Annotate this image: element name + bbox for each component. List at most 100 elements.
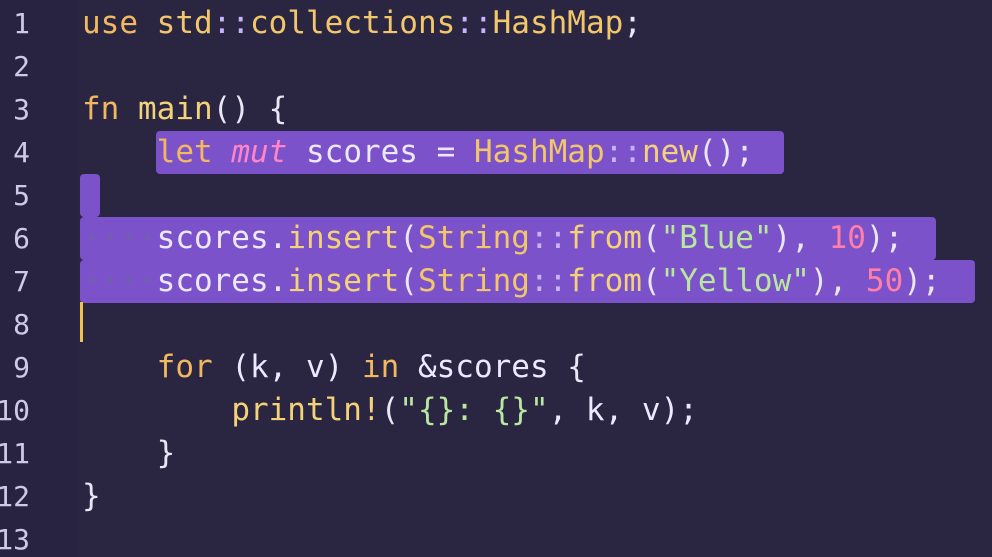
code-token: scores bbox=[287, 134, 437, 170]
code-token: mut bbox=[231, 134, 288, 170]
code-text: for (k, v) in &scores { bbox=[82, 346, 586, 389]
code-token: { bbox=[548, 349, 586, 385]
code-token: HashMap bbox=[473, 134, 605, 170]
code-text: } bbox=[82, 475, 101, 518]
code-token: scores bbox=[156, 263, 269, 299]
line-number: 1 bbox=[13, 7, 30, 40]
code-token: scores bbox=[156, 220, 269, 256]
code-line[interactable]: 6 ····scores.insert(String::from("Blue"),… bbox=[0, 217, 992, 260]
code-line[interactable]: 3 fn main() { bbox=[0, 88, 992, 131]
code-token: 10 bbox=[828, 220, 866, 256]
code-token: "Yellow" bbox=[660, 263, 810, 299]
line-number: 5 bbox=[13, 179, 30, 212]
line-number: 10 bbox=[0, 394, 30, 427]
code-token: } bbox=[82, 478, 101, 514]
code-text: fn main() { bbox=[82, 88, 287, 131]
line-number: 11 bbox=[0, 437, 30, 470]
code-text: } bbox=[82, 432, 176, 475]
code-line[interactable]: 10 println!("{}: {}", k, v); bbox=[0, 389, 992, 432]
code-token: } bbox=[82, 435, 176, 471]
code-token: ), bbox=[772, 220, 829, 256]
code-token: :: bbox=[455, 5, 493, 41]
code-token: collections bbox=[250, 5, 456, 41]
code-token: &scores bbox=[417, 349, 549, 385]
code-text: ····scores.insert(String::from("Blue"), … bbox=[82, 217, 903, 260]
code-line[interactable]: 5 bbox=[0, 174, 992, 217]
code-token: println! bbox=[231, 392, 381, 428]
code-token: use bbox=[82, 5, 138, 41]
code-token: let bbox=[156, 134, 213, 170]
text-cursor bbox=[80, 302, 83, 342]
code-text: use std::collections::HashMap; bbox=[82, 2, 642, 45]
code-token: for bbox=[156, 349, 213, 385]
code-line[interactable]: 8 bbox=[0, 303, 992, 346]
code-token: ); bbox=[865, 220, 904, 256]
code-token: std bbox=[156, 5, 213, 41]
code-token: new bbox=[641, 134, 698, 170]
code-token: HashMap bbox=[492, 5, 624, 41]
code-token: ), bbox=[809, 263, 866, 299]
code-line[interactable]: 12} bbox=[0, 475, 992, 518]
code-token: 50 bbox=[865, 263, 904, 299]
line-number: 2 bbox=[13, 50, 30, 83]
code-token: fn bbox=[82, 91, 120, 127]
code-token: "Blue" bbox=[660, 220, 773, 256]
code-token: from bbox=[567, 220, 642, 256]
code-line[interactable]: 1 use std::collections::HashMap; bbox=[0, 2, 992, 45]
code-token: ); bbox=[903, 263, 941, 299]
code-token: ( bbox=[641, 263, 661, 299]
code-token: main bbox=[138, 91, 213, 127]
code-text: ····scores.insert(String::from("Yellow")… bbox=[82, 260, 941, 303]
code-token: String bbox=[417, 263, 530, 299]
code-token: = bbox=[436, 134, 456, 170]
code-token: ( bbox=[399, 263, 418, 299]
code-token: ( bbox=[641, 220, 661, 256]
code-token: . bbox=[268, 220, 288, 256]
code-text: let mut scores = HashMap::new(); bbox=[82, 131, 754, 174]
code-line[interactable]: 11 } bbox=[0, 432, 992, 475]
code-token: (k, v) bbox=[212, 349, 362, 385]
line-number: 4 bbox=[13, 136, 30, 169]
code-token: ; bbox=[623, 5, 642, 41]
code-token: from bbox=[567, 263, 642, 299]
code-token: ( bbox=[399, 220, 418, 256]
code-token: :: bbox=[529, 220, 568, 256]
code-token: "{}: {}" bbox=[399, 392, 549, 428]
code-token: . bbox=[268, 263, 288, 299]
code-editor[interactable]: 1 use std::collections::HashMap;23 fn main… bbox=[0, 0, 992, 557]
code-token: (); bbox=[697, 134, 754, 170]
code-token: () { bbox=[212, 91, 288, 127]
code-line[interactable]: 2 bbox=[0, 45, 992, 88]
code-line[interactable]: 4 let mut scores = HashMap::new(); bbox=[0, 131, 992, 174]
code-line[interactable]: 13 bbox=[0, 518, 992, 557]
code-token: ···· bbox=[82, 263, 157, 299]
code-token: , k, v); bbox=[548, 392, 698, 428]
code-token: String bbox=[417, 220, 530, 256]
line-number: 7 bbox=[13, 265, 30, 298]
code-token: ···· bbox=[82, 220, 157, 256]
code-token: insert bbox=[287, 220, 400, 256]
line-number: 6 bbox=[13, 222, 30, 255]
code-token: :: bbox=[529, 263, 568, 299]
line-number: 13 bbox=[0, 523, 30, 556]
code-line[interactable]: 7 ····scores.insert(String::from("Yellow"… bbox=[0, 260, 992, 303]
line-number: 12 bbox=[0, 480, 30, 513]
code-token: in bbox=[361, 349, 400, 385]
line-number: 3 bbox=[13, 93, 30, 126]
code-token: insert bbox=[287, 263, 400, 299]
code-token: :: bbox=[604, 134, 642, 170]
line-number: 9 bbox=[13, 351, 30, 384]
code-line[interactable]: 9 for (k, v) in &scores { bbox=[0, 346, 992, 389]
line-number: 8 bbox=[13, 308, 30, 341]
code-token: :: bbox=[212, 5, 250, 41]
code-token: ( bbox=[380, 392, 400, 428]
code-text: println!("{}: {}", k, v); bbox=[82, 389, 698, 432]
